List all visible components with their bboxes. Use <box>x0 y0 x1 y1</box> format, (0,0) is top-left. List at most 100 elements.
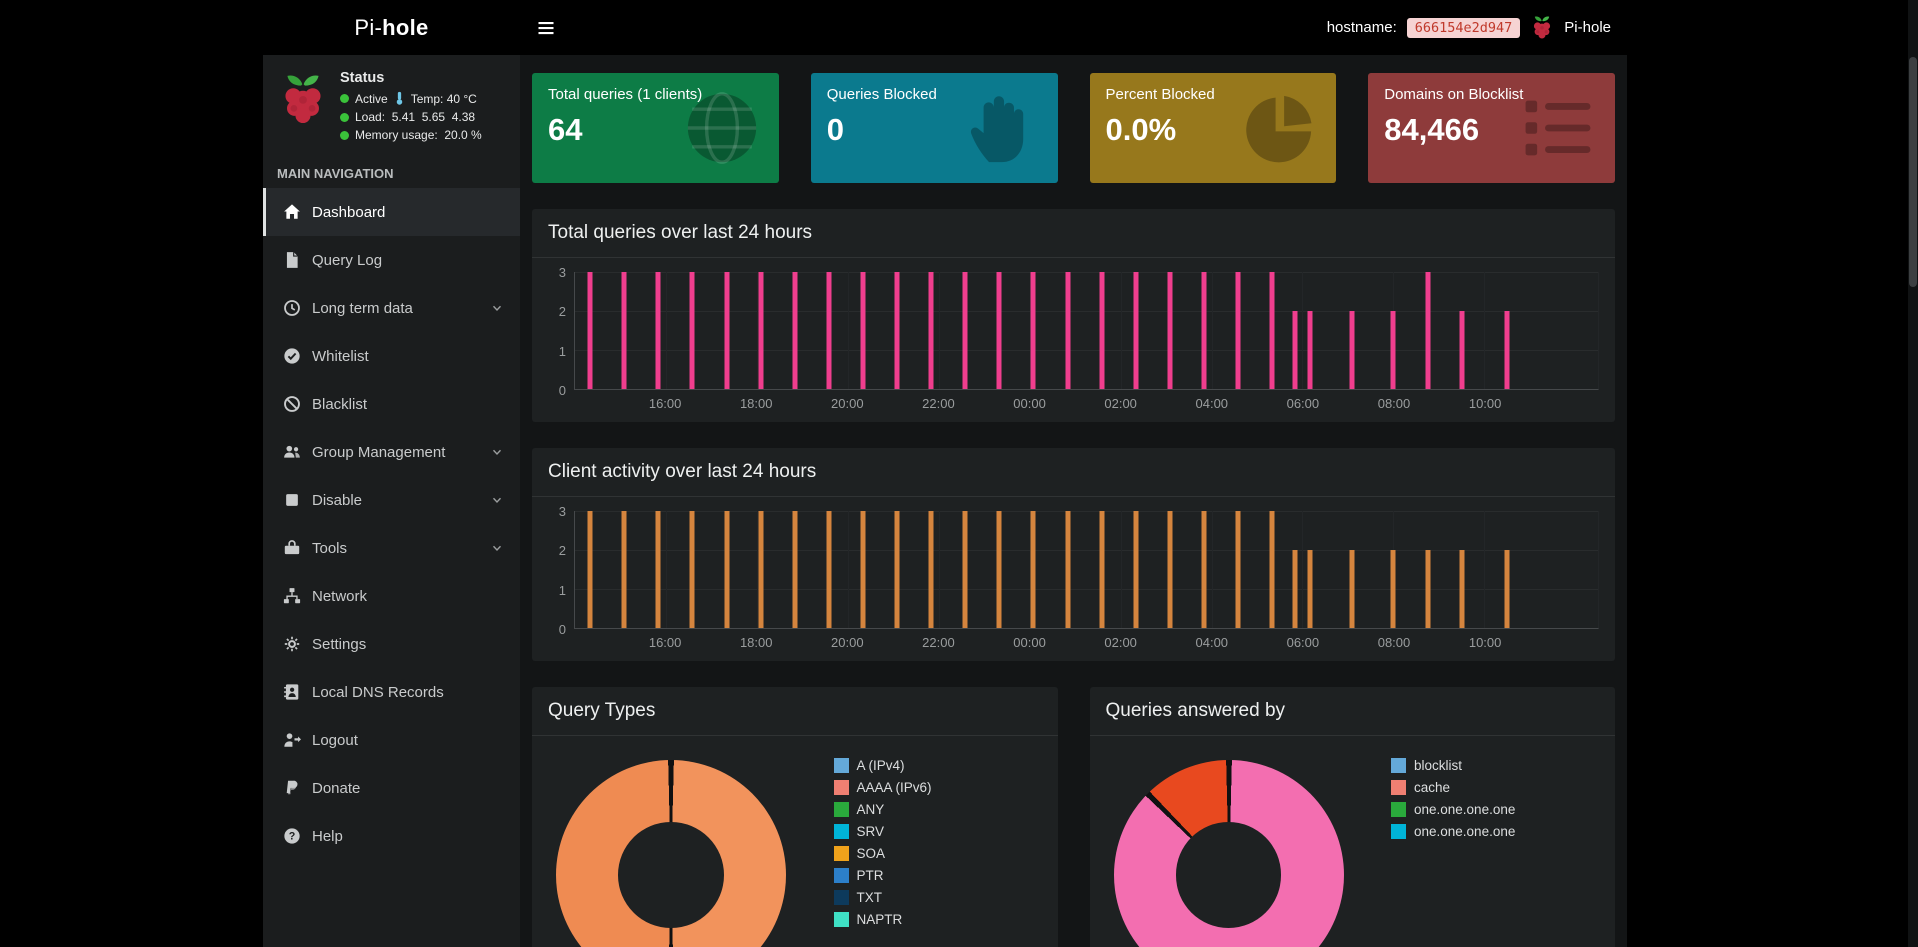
sidebar-item-blacklist[interactable]: Blacklist <box>263 380 520 428</box>
sidebar-item-donate[interactable]: Donate <box>263 764 520 812</box>
app-logo[interactable]: Pi-hole <box>263 0 520 55</box>
sidebar-item-local-dns-records[interactable]: Local DNS Records <box>263 668 520 716</box>
chart-bar[interactable] <box>860 272 865 389</box>
sidebar-item-whitelist[interactable]: Whitelist <box>263 332 520 380</box>
legend-item-txt[interactable]: TXT <box>834 890 1026 905</box>
chart-bar[interactable] <box>895 511 900 628</box>
chart-bar[interactable] <box>588 272 593 389</box>
chart-bar[interactable] <box>724 511 729 628</box>
chart-bar[interactable] <box>895 272 900 389</box>
chart-bar[interactable] <box>1167 511 1172 628</box>
chart-bar[interactable] <box>1349 311 1354 389</box>
chart-bar[interactable] <box>1308 550 1313 628</box>
chart-bar[interactable] <box>997 272 1002 389</box>
legend-item-srv[interactable]: SRV <box>834 824 1026 839</box>
chart-bar[interactable] <box>1505 311 1510 389</box>
query-types-donut[interactable] <box>556 760 786 947</box>
legend-item-blocklist[interactable]: blocklist <box>1391 758 1583 773</box>
x-tick-label: 10:00 <box>1469 396 1502 411</box>
sidebar-item-long-term-data[interactable]: Long term data <box>263 284 520 332</box>
chart-bar[interactable] <box>860 511 865 628</box>
hand-icon <box>960 87 1042 169</box>
legend-item-cache[interactable]: cache <box>1391 780 1583 795</box>
chart-bar[interactable] <box>1201 511 1206 628</box>
chart-bar[interactable] <box>1308 311 1313 389</box>
chart-bar[interactable] <box>1270 272 1275 389</box>
chart-bar[interactable] <box>1201 272 1206 389</box>
chart-bar[interactable] <box>826 272 831 389</box>
page-scrollbar[interactable] <box>1908 0 1918 947</box>
navbar-right: hostname: 666154e2d947 Pi-hole <box>1327 14 1611 41</box>
x-tick-label: 22:00 <box>922 635 955 650</box>
total-queries-chart[interactable]: 0123 16:0018:0020:0022:0000:0002:0004:00… <box>532 258 1615 422</box>
menu-toggle-icon[interactable] <box>536 18 556 38</box>
sidebar-item-tools[interactable]: Tools <box>263 524 520 572</box>
legend-item-soa[interactable]: SOA <box>834 846 1026 861</box>
chart-bar[interactable] <box>1065 272 1070 389</box>
chart-bar[interactable] <box>929 511 934 628</box>
legend-item-a-ipv4[interactable]: A (IPv4) <box>834 758 1026 773</box>
chart-bar[interactable] <box>656 272 661 389</box>
chart-bar[interactable] <box>963 272 968 389</box>
chart-bar[interactable] <box>1349 550 1354 628</box>
legend-item-any[interactable]: ANY <box>834 802 1026 817</box>
chart-bar[interactable] <box>1505 550 1510 628</box>
sidebar-item-dashboard[interactable]: Dashboard <box>263 188 520 236</box>
chart-bar[interactable] <box>690 511 695 628</box>
legend-item-one-one-one-one[interactable]: one.one.one.one <box>1391 802 1583 817</box>
chart-bar[interactable] <box>1292 550 1297 628</box>
chart-bar[interactable] <box>1167 272 1172 389</box>
total-queries-plot[interactable] <box>574 272 1599 390</box>
sidebar-item-settings[interactable]: Settings <box>263 620 520 668</box>
chart-bar[interactable] <box>963 511 968 628</box>
status-line-memory: Memory usage: 20.0 % <box>340 128 482 142</box>
chart-bar[interactable] <box>1391 550 1396 628</box>
chart-bar[interactable] <box>1391 311 1396 389</box>
chart-bar[interactable] <box>690 272 695 389</box>
chart-bar[interactable] <box>1065 511 1070 628</box>
chart-bar[interactable] <box>1099 272 1104 389</box>
chart-bar[interactable] <box>758 511 763 628</box>
sidebar-item-query-log[interactable]: Query Log <box>263 236 520 284</box>
chart-bar[interactable] <box>1236 272 1241 389</box>
panel-title-total-queries: Total queries over last 24 hours <box>532 209 1615 258</box>
sidebar-item-network[interactable]: Network <box>263 572 520 620</box>
x-tick-label: 06:00 <box>1287 635 1320 650</box>
chart-bar[interactable] <box>1425 272 1430 389</box>
legend-item-ptr[interactable]: PTR <box>834 868 1026 883</box>
chart-bar[interactable] <box>1459 550 1464 628</box>
chart-bar[interactable] <box>792 272 797 389</box>
chart-bar[interactable] <box>1031 511 1036 628</box>
legend-item-naptr[interactable]: NAPTR <box>834 912 1026 927</box>
legend-item-aaaa-ipv6[interactable]: AAAA (IPv6) <box>834 780 1026 795</box>
chart-bar[interactable] <box>588 511 593 628</box>
chart-bar[interactable] <box>724 272 729 389</box>
chart-bar[interactable] <box>1236 511 1241 628</box>
sidebar-item-group-management[interactable]: Group Management <box>263 428 520 476</box>
chart-bar[interactable] <box>1270 511 1275 628</box>
chart-bar[interactable] <box>1425 550 1430 628</box>
chart-bar[interactable] <box>1459 311 1464 389</box>
chart-bar[interactable] <box>1099 511 1104 628</box>
chart-bar[interactable] <box>622 511 627 628</box>
chart-bar[interactable] <box>997 511 1002 628</box>
chart-bar[interactable] <box>622 272 627 389</box>
chart-bar[interactable] <box>929 272 934 389</box>
chart-bar[interactable] <box>656 511 661 628</box>
client-activity-chart[interactable]: 0123 16:0018:0020:0022:0000:0002:0004:00… <box>532 497 1615 661</box>
sidebar-item-disable[interactable]: Disable <box>263 476 520 524</box>
client-activity-plot[interactable] <box>574 511 1599 629</box>
chart-bar[interactable] <box>758 272 763 389</box>
chart-bar[interactable] <box>1031 272 1036 389</box>
sidebar-item-help[interactable]: ?Help <box>263 812 520 860</box>
scrollbar-thumb[interactable] <box>1909 57 1917 287</box>
chart-bar[interactable] <box>1133 272 1138 389</box>
queries-answered-by-donut[interactable] <box>1114 760 1344 947</box>
chart-bar[interactable] <box>826 511 831 628</box>
sidebar-item-logout[interactable]: Logout <box>263 716 520 764</box>
chart-bar[interactable] <box>1292 311 1297 389</box>
card-total-queries-1-clients: Total queries (1 clients)64 <box>532 73 779 183</box>
chart-bar[interactable] <box>1133 511 1138 628</box>
chart-bar[interactable] <box>792 511 797 628</box>
legend-item-one-one-one-one[interactable]: one.one.one.one <box>1391 824 1583 839</box>
